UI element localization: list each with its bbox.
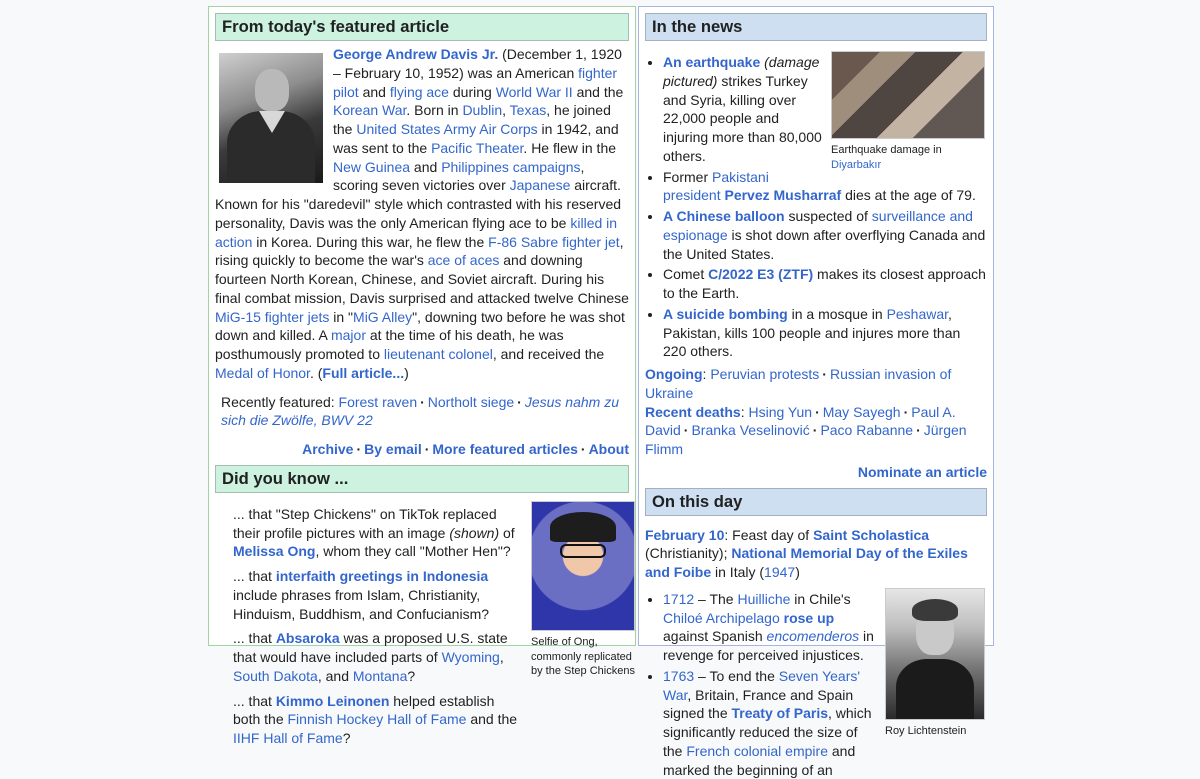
link-major[interactable]: major bbox=[331, 327, 366, 343]
link-interfaith-greetings[interactable]: interfaith greetings in Indonesia bbox=[276, 568, 488, 584]
list-item: ... that "Step Chickens" on TikTok repla… bbox=[233, 505, 519, 561]
link-f86[interactable]: F-86 Sabre fighter jet bbox=[488, 234, 620, 250]
link-lt-colonel[interactable]: lieutenant colonel bbox=[384, 346, 493, 362]
link-usaac[interactable]: United States Army Air Corps bbox=[356, 121, 537, 137]
link-texas[interactable]: Texas bbox=[510, 102, 547, 118]
link-forest-raven[interactable]: Forest raven bbox=[339, 394, 418, 410]
link-by-email[interactable]: By email bbox=[364, 441, 422, 457]
link-iihf-hof[interactable]: IIHF Hall of Fame bbox=[233, 730, 343, 746]
link-full-article[interactable]: Full article... bbox=[322, 365, 404, 381]
list-item: ... that interfaith greetings in Indones… bbox=[233, 567, 519, 623]
link-1763[interactable]: 1763 bbox=[663, 668, 694, 684]
featured-article-section: From today's featured article George And… bbox=[209, 13, 635, 459]
ongoing-line: Ongoing: Peruvian protests·Russian invas… bbox=[645, 365, 987, 403]
link-new-guinea[interactable]: New Guinea bbox=[333, 159, 410, 175]
in-the-news-section: In the news Earthquake damage in Diyarba… bbox=[639, 13, 993, 482]
link-northolt-siege[interactable]: Northolt siege bbox=[428, 394, 514, 410]
link-more-featured[interactable]: More featured articles bbox=[432, 441, 578, 457]
list-item: Former Pakistani president Pervez Mushar… bbox=[663, 168, 987, 206]
on-this-day-heading: On this day bbox=[645, 488, 987, 516]
list-item: A Chinese balloon suspected of surveilla… bbox=[663, 207, 987, 263]
otd-image[interactable] bbox=[885, 588, 985, 720]
link-medal-of-honor[interactable]: Medal of Honor bbox=[215, 365, 310, 381]
link-recent-deaths[interactable]: Recent deaths bbox=[645, 404, 741, 420]
link-kimmo-leinonen[interactable]: Kimmo Leinonen bbox=[276, 693, 390, 709]
featured-footer-links: Archive·By email·More featured articles·… bbox=[215, 440, 629, 459]
link-musharraf[interactable]: Pervez Musharraf bbox=[724, 187, 841, 203]
list-item: A suicide bombing in a mosque in Peshawa… bbox=[663, 305, 987, 361]
recent-deaths-line: Recent deaths: Hsing Yun·May Sayegh·Paul… bbox=[645, 403, 987, 459]
link-rose-up[interactable]: rose up bbox=[784, 610, 835, 626]
link-peruvian-protests[interactable]: Peruvian protests bbox=[710, 366, 819, 382]
link-flying-ace[interactable]: flying ace bbox=[390, 84, 449, 100]
featured-article-image[interactable] bbox=[219, 53, 323, 183]
link-nominate[interactable]: Nominate an article bbox=[858, 464, 987, 480]
link-finnish-hockey-hof[interactable]: Finnish Hockey Hall of Fame bbox=[288, 711, 467, 727]
did-you-know-section: Did you know ... Selfie of Ong, commonly… bbox=[209, 465, 635, 748]
left-column: From today's featured article George And… bbox=[208, 6, 636, 646]
link-absaroka[interactable]: Absaroka bbox=[276, 630, 340, 646]
link-chinese-balloon[interactable]: A Chinese balloon bbox=[663, 208, 785, 224]
did-you-know-caption: Selfie of Ong, commonly replicated by th… bbox=[531, 635, 635, 680]
recently-featured: Recently featured: Forest raven·Northolt… bbox=[215, 393, 629, 431]
link-pacific-theater[interactable]: Pacific Theater bbox=[431, 140, 523, 156]
link-about[interactable]: About bbox=[589, 441, 629, 457]
link-ace-of-aces[interactable]: ace of aces bbox=[428, 252, 500, 268]
link-wyoming[interactable]: Wyoming bbox=[442, 649, 500, 665]
link-japanese[interactable]: Japanese bbox=[510, 177, 571, 193]
link-chiloe[interactable]: Chiloé Archipelago bbox=[663, 610, 780, 626]
link-ongoing[interactable]: Ongoing bbox=[645, 366, 703, 382]
earthquake-image[interactable] bbox=[831, 51, 985, 139]
link-hsing-yun[interactable]: Hsing Yun bbox=[748, 404, 812, 420]
did-you-know-image[interactable] bbox=[531, 501, 635, 631]
link-comet[interactable]: C/2022 E3 (ZTF) bbox=[708, 266, 813, 282]
right-column: In the news Earthquake damage in Diyarba… bbox=[638, 6, 994, 646]
did-you-know-heading: Did you know ... bbox=[215, 465, 629, 493]
otd-date-line: February 10: Feast day of Saint Scholast… bbox=[645, 526, 987, 582]
link-melissa-ong[interactable]: Melissa Ong bbox=[233, 543, 315, 559]
list-item: Comet C/2022 E3 (ZTF) makes its closest … bbox=[663, 265, 987, 303]
link-earthquake[interactable]: An earthquake bbox=[663, 54, 760, 70]
link-encomenderos[interactable]: encomenderos bbox=[767, 628, 860, 644]
link-dublin[interactable]: Dublin bbox=[462, 102, 502, 118]
list-item: ... that Absaroka was a proposed U.S. st… bbox=[233, 629, 519, 685]
link-mig15[interactable]: MiG-15 fighter jets bbox=[215, 309, 329, 325]
link-montana[interactable]: Montana bbox=[353, 668, 407, 684]
link-treaty-of-paris[interactable]: Treaty of Paris bbox=[732, 705, 829, 721]
earthquake-caption: Earthquake damage in Diyarbakır bbox=[831, 143, 985, 173]
link-french-empire[interactable]: French colonial empire bbox=[686, 743, 828, 759]
featured-article-heading: From today's featured article bbox=[215, 13, 629, 41]
link-george-davis[interactable]: George Andrew Davis Jr. bbox=[333, 46, 498, 62]
link-diyarbakir[interactable]: Diyarbakır bbox=[831, 159, 881, 171]
list-item: ... that Kimmo Leinonen helped establish… bbox=[233, 692, 519, 748]
link-1712[interactable]: 1712 bbox=[663, 591, 694, 607]
link-suicide-bombing[interactable]: A suicide bombing bbox=[663, 306, 788, 322]
link-korean-war[interactable]: Korean War bbox=[333, 102, 406, 118]
link-mig-alley[interactable]: MiG Alley bbox=[353, 309, 412, 325]
link-peshawar[interactable]: Peshawar bbox=[887, 306, 948, 322]
link-ww2[interactable]: World War II bbox=[496, 84, 573, 100]
link-archive[interactable]: Archive bbox=[302, 441, 353, 457]
link-february-10[interactable]: February 10 bbox=[645, 527, 724, 543]
in-the-news-heading: In the news bbox=[645, 13, 987, 41]
link-branka[interactable]: Branka Veselinović bbox=[691, 422, 809, 438]
link-may-sayegh[interactable]: May Sayegh bbox=[823, 404, 901, 420]
link-huilliche[interactable]: Huilliche bbox=[737, 591, 790, 607]
link-south-dakota[interactable]: South Dakota bbox=[233, 668, 318, 684]
link-saint-scholastica[interactable]: Saint Scholastica bbox=[813, 527, 929, 543]
link-paco-rabanne[interactable]: Paco Rabanne bbox=[820, 422, 913, 438]
link-philippines[interactable]: Philippines campaigns bbox=[441, 159, 580, 175]
on-this-day-section: On this day February 10: Feast day of Sa… bbox=[639, 488, 993, 779]
otd-caption: Roy Lichtenstein bbox=[885, 724, 985, 739]
link-1947[interactable]: 1947 bbox=[764, 564, 795, 580]
